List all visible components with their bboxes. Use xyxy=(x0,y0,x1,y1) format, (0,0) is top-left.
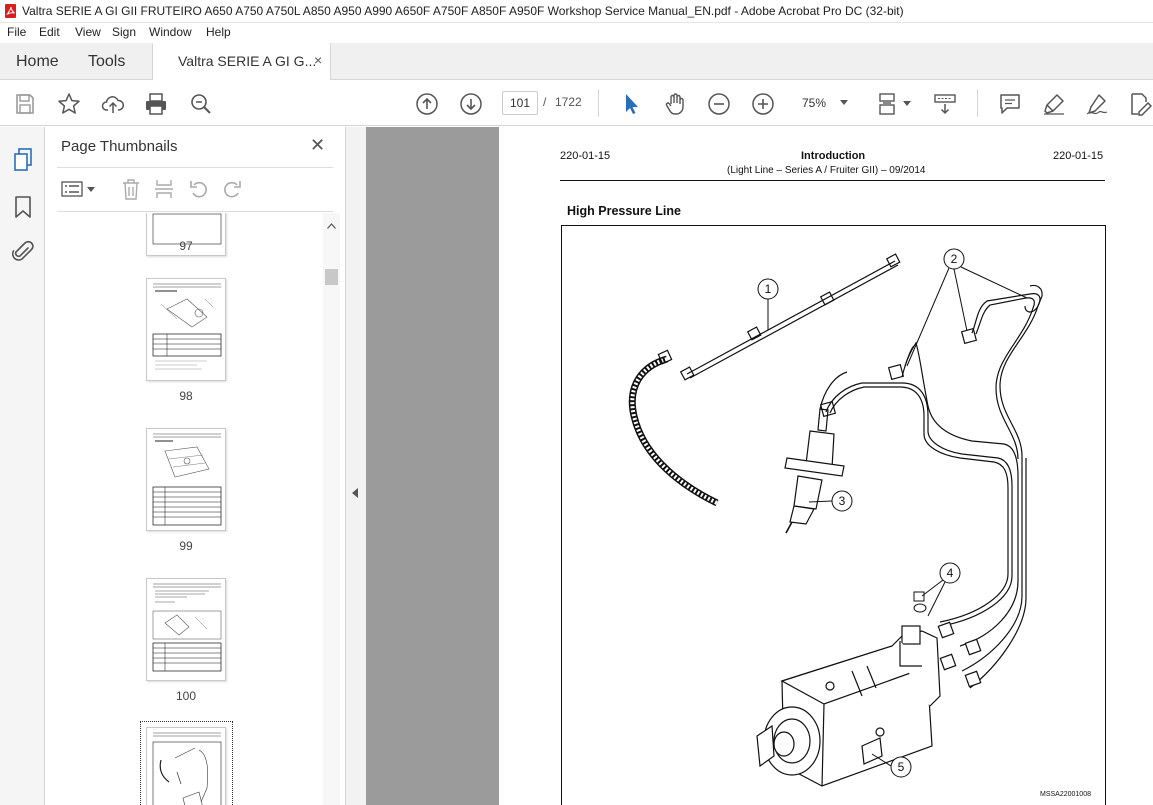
zoom-in-icon[interactable] xyxy=(751,92,775,116)
scrollbar-thumb[interactable] xyxy=(325,269,338,285)
tab-tools[interactable]: Tools xyxy=(88,53,125,71)
menu-bar: File Edit View Sign Window Help xyxy=(0,23,1153,43)
document-tab-label: Valtra SERIE A GI G... xyxy=(178,53,317,69)
delete-page-icon[interactable] xyxy=(121,178,141,200)
thumbnail-page-number: 98 xyxy=(179,389,193,403)
header-rule xyxy=(560,180,1105,181)
figure-code: MSSA22001008 xyxy=(1040,791,1091,798)
figure-frame: 1 2 3 4 5 MSSA22001008 xyxy=(561,225,1106,805)
comment-icon[interactable] xyxy=(998,92,1022,116)
panel-collapse-strip[interactable] xyxy=(346,127,366,805)
close-tab-icon[interactable]: × xyxy=(314,52,322,68)
title-bar: Valtra SERIE A GI GII FRUTEIRO A650 A750… xyxy=(0,0,1153,23)
bookmarks-icon[interactable] xyxy=(14,195,32,219)
panel-divider xyxy=(57,211,333,212)
zoom-level: 75% xyxy=(802,96,827,110)
page-header-title: Introduction xyxy=(801,150,866,162)
thumbnails-panel: Page Thumbnails ✕ 97 98 99 100 xyxy=(45,127,346,805)
hand-icon[interactable] xyxy=(663,92,687,116)
menu-file[interactable]: File xyxy=(7,25,26,39)
toolbar-divider xyxy=(977,89,978,117)
navigation-rail xyxy=(0,127,45,805)
document-page: 220-01-15 Introduction (Light Line – Ser… xyxy=(499,127,1153,805)
upload-cloud-icon[interactable] xyxy=(101,92,125,116)
thumbnail-scrollbar[interactable] xyxy=(323,213,340,805)
scroll-up-arrow-icon[interactable] xyxy=(327,223,336,229)
callout-number: 3 xyxy=(839,494,846,508)
leak-off-pipe xyxy=(679,253,901,381)
total-pages: 1722 xyxy=(555,95,582,109)
menu-window[interactable]: Window xyxy=(149,25,192,39)
acrobat-app-icon xyxy=(5,4,16,18)
callout-number: 2 xyxy=(951,252,958,266)
page-separator: / xyxy=(543,95,547,109)
thumbnail-page-number: 97 xyxy=(179,239,193,253)
edit-pdf-icon[interactable] xyxy=(1128,92,1153,116)
section-title: High Pressure Line xyxy=(567,204,681,218)
toolbar: 101 / 1722 75% xyxy=(0,80,1153,126)
select-cursor-icon[interactable] xyxy=(619,92,643,116)
tab-home[interactable]: Home xyxy=(16,53,59,71)
toolbar-divider xyxy=(598,89,599,117)
page-thumbnail[interactable] xyxy=(146,278,226,381)
page-thumbnail[interactable] xyxy=(146,727,226,805)
page-up-icon[interactable] xyxy=(415,92,439,116)
current-page-input[interactable]: 101 xyxy=(502,91,538,115)
menu-view[interactable]: View xyxy=(75,25,101,39)
zoom-search-icon[interactable] xyxy=(189,92,213,116)
chevron-down-icon[interactable] xyxy=(903,101,911,107)
tab-document[interactable]: Valtra SERIE A GI G... × xyxy=(152,43,331,80)
thumbnail-page-number: 99 xyxy=(179,539,193,553)
panel-title: Page Thumbnails xyxy=(61,138,178,155)
highlight-icon[interactable] xyxy=(1042,92,1066,116)
page-header-code-left: 220-01-15 xyxy=(560,150,611,162)
injection-pump xyxy=(756,621,982,787)
rotate-clockwise-icon[interactable] xyxy=(221,178,243,200)
menu-edit[interactable]: Edit xyxy=(39,25,60,39)
panel-divider xyxy=(57,167,333,168)
high-pressure-line-diagram: 1 2 3 4 5 MSSA22001008 xyxy=(628,248,1091,798)
thumbnail-list[interactable]: 97 98 99 100 xyxy=(45,213,323,805)
scroll-mode-icon[interactable] xyxy=(933,92,957,116)
zoom-level-select[interactable]: 75% xyxy=(792,91,854,115)
thumbnail-options-icon[interactable] xyxy=(61,180,83,198)
zoom-out-icon[interactable] xyxy=(707,92,731,116)
document-viewer[interactable]: 220-01-15 Introduction (Light Line – Ser… xyxy=(366,127,1153,805)
window-title: Valtra SERIE A GI GII FRUTEIRO A650 A750… xyxy=(22,4,904,18)
tab-bar: Home Tools Valtra SERIE A GI G... × xyxy=(0,43,1153,80)
callout-number: 1 xyxy=(765,282,772,296)
collapse-arrow-icon[interactable] xyxy=(352,488,359,498)
return-hose xyxy=(628,349,719,507)
insert-page-icon[interactable] xyxy=(154,178,174,200)
attachments-icon[interactable] xyxy=(11,239,34,265)
chevron-down-icon[interactable] xyxy=(87,187,95,193)
high-pressure-pipes xyxy=(819,284,1043,689)
print-icon[interactable] xyxy=(144,92,168,116)
page-thumbnails-icon[interactable] xyxy=(12,147,34,173)
menu-sign[interactable]: Sign xyxy=(112,25,136,39)
page-thumbnail[interactable] xyxy=(146,578,226,681)
page-thumbnail[interactable] xyxy=(146,428,226,531)
callout-2 xyxy=(906,248,1028,367)
page-header-code-right: 220-01-15 xyxy=(1053,150,1104,162)
rotate-counterclockwise-icon[interactable] xyxy=(188,178,210,200)
page-fit-icon[interactable] xyxy=(877,92,901,116)
bookmark-star-icon[interactable] xyxy=(57,92,81,116)
page-header-subtitle: (Light Line – Series A / Fruiter GII) – … xyxy=(727,165,926,176)
save-icon[interactable] xyxy=(13,92,37,116)
menu-help[interactable]: Help xyxy=(206,25,231,39)
callout-number: 4 xyxy=(947,566,954,580)
chevron-down-icon xyxy=(840,100,848,105)
thumbnail-page-number: 100 xyxy=(175,689,197,703)
page-down-icon[interactable] xyxy=(459,92,483,116)
close-panel-icon[interactable]: ✕ xyxy=(310,135,325,156)
callout-number: 5 xyxy=(898,760,905,774)
sign-icon[interactable] xyxy=(1085,92,1109,116)
